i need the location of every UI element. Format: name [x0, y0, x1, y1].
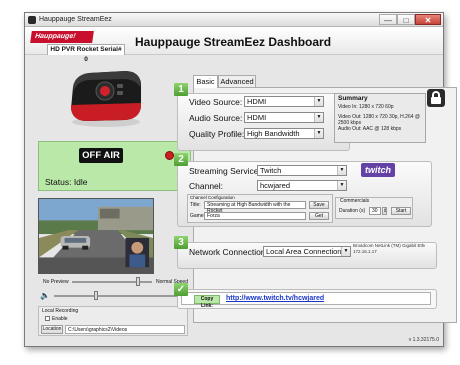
checkbox-icon[interactable] — [45, 316, 50, 322]
app-icon — [28, 16, 36, 24]
status-panel: OFF AIR Status: Idle — [38, 141, 191, 191]
quality-profile-value: High Bandwidth — [247, 129, 300, 138]
chevron-down-icon[interactable]: ▼ — [341, 247, 350, 256]
quality-profile-label: Quality Profile: — [189, 129, 245, 139]
duration-stepper[interactable]: ⇕ — [382, 207, 387, 215]
window-title: Hauppauge StreamEez — [39, 16, 112, 23]
game-input[interactable]: Forza — [204, 212, 306, 220]
step-1-badge: 1 — [174, 83, 188, 96]
volume-slider[interactable]: 🔈 — [38, 290, 190, 302]
maximize-button[interactable]: □ — [397, 14, 415, 25]
video-source-select[interactable]: HDMI ▼ — [244, 96, 324, 107]
adapter-ip: 172.16.1.17 — [353, 249, 377, 254]
record-indicator-icon — [165, 151, 174, 160]
preview-speed-slider[interactable]: No Preview Normal Speed — [38, 276, 188, 288]
speaker-icon[interactable]: 🔈 — [40, 291, 50, 300]
enable-recording-checkbox[interactable]: Enable — [45, 316, 68, 322]
chevron-down-icon[interactable]: ▼ — [337, 166, 346, 175]
copy-link-button[interactable]: Copy Link: — [194, 295, 220, 309]
channel-label: Channel: — [189, 181, 224, 191]
get-button[interactable]: Get — [309, 212, 329, 220]
commercials-group: Commercials Duration (s) 30 ⇕ Start — [335, 197, 413, 219]
copy-link-bar: Copy Link: http://www.twitch.tv/hcwjared — [181, 292, 431, 309]
status-text: Status: Idle — [45, 177, 88, 187]
title-label: Title: — [190, 202, 201, 208]
network-adapter-info: Broadcom NetLink (TM) Gigabit Ether 172.… — [353, 243, 425, 255]
check-badge-icon: ✓ — [174, 283, 188, 296]
audio-source-select[interactable]: HDMI ▼ — [244, 112, 324, 123]
volume-track[interactable] — [54, 295, 184, 297]
summary-video-in: Video In: 1280 x 720 60p — [338, 104, 394, 110]
streaming-service-value: Twitch — [260, 166, 282, 175]
location-button[interactable]: Location — [41, 325, 63, 334]
on-air-indicator: OFF AIR — [79, 148, 123, 163]
duration-label: Duration (s) — [339, 208, 366, 214]
device-image — [71, 71, 141, 127]
recording-path-field[interactable]: C:\Users\graphics2\Videos — [65, 325, 185, 334]
chevron-down-icon[interactable]: ▼ — [314, 97, 323, 106]
tab-basic[interactable]: Basic — [193, 75, 218, 88]
enable-label: Enable — [52, 316, 68, 322]
summary-title: Summary — [338, 95, 368, 102]
video-source-value: HDMI — [247, 97, 267, 106]
chevron-down-icon[interactable]: ▼ — [314, 129, 323, 138]
slider-thumb[interactable] — [136, 277, 140, 286]
device-tab[interactable]: HD PVR Rocket Serial# 0 — [47, 44, 125, 63]
video-preview — [38, 198, 154, 274]
video-source-label: Video Source: — [189, 97, 243, 107]
audio-source-label: Audio Source: — [189, 113, 243, 123]
twitch-logo: twitch — [361, 163, 395, 177]
streaming-service-select[interactable]: Twitch ▼ — [257, 165, 347, 176]
title-bar[interactable]: Hauppauge StreamEez — □ ✕ — [25, 13, 443, 27]
network-connection-value: Local Area Connection — [266, 247, 342, 256]
quality-profile-select[interactable]: High Bandwidth ▼ — [244, 128, 324, 139]
version-label: v 1.3.32175.0 — [408, 337, 439, 343]
channel-value: hcwjared — [260, 181, 291, 190]
app-window: Hauppauge StreamEez — □ ✕ Hauppauge! Hau… — [24, 12, 457, 347]
commercials-title: Commercials — [340, 198, 370, 204]
close-button[interactable]: ✕ — [415, 14, 441, 25]
duration-input[interactable]: 30 — [369, 207, 381, 215]
local-recording-heading: Local Recording — [42, 308, 79, 314]
volume-thumb[interactable] — [94, 291, 98, 300]
channel-configuration-group: Channel Configuration Title: Streaming a… — [187, 194, 333, 223]
chevron-down-icon[interactable]: ▼ — [337, 181, 346, 190]
summary-panel: Summary Video In: 1280 x 720 60p Video O… — [334, 93, 426, 143]
start-commercial-button[interactable]: Start — [391, 207, 411, 215]
local-recording-group: Local Recording Enable Location C:\Users… — [38, 306, 188, 336]
streaming-service-label: Streaming Service: — [189, 166, 261, 176]
network-connection-label: Network Connection — [189, 247, 266, 257]
summary-audio-out: Audio Out: AAC @ 128 kbps — [338, 126, 402, 132]
chevron-down-icon[interactable]: ▼ — [314, 113, 323, 122]
no-preview-label: No Preview — [43, 279, 69, 285]
channel-url-link[interactable]: http://www.twitch.tv/hcwjared — [226, 295, 324, 302]
stream-title-input[interactable]: Streaming at High Bandwidth with the Roc… — [204, 201, 306, 214]
audio-source-value: HDMI — [247, 113, 267, 122]
slider-track[interactable] — [72, 281, 152, 283]
dashboard-title: Hauppauge StreamEez Dashboard — [135, 35, 332, 49]
tab-advanced[interactable]: Advanced — [218, 75, 256, 87]
hauppauge-logo: Hauppauge! — [30, 31, 94, 43]
network-connection-select[interactable]: Local Area Connection ▼ — [263, 246, 351, 257]
lock-icon[interactable] — [427, 89, 445, 107]
step-2-badge: 2 — [174, 153, 188, 166]
save-button[interactable]: Save — [309, 201, 329, 209]
game-label: Game: — [190, 213, 206, 219]
step-3-badge: 3 — [174, 236, 188, 249]
minimize-button[interactable]: — — [379, 14, 397, 25]
channel-config-title: Channel Configuration — [190, 195, 235, 200]
channel-select[interactable]: hcwjared ▼ — [257, 180, 347, 191]
